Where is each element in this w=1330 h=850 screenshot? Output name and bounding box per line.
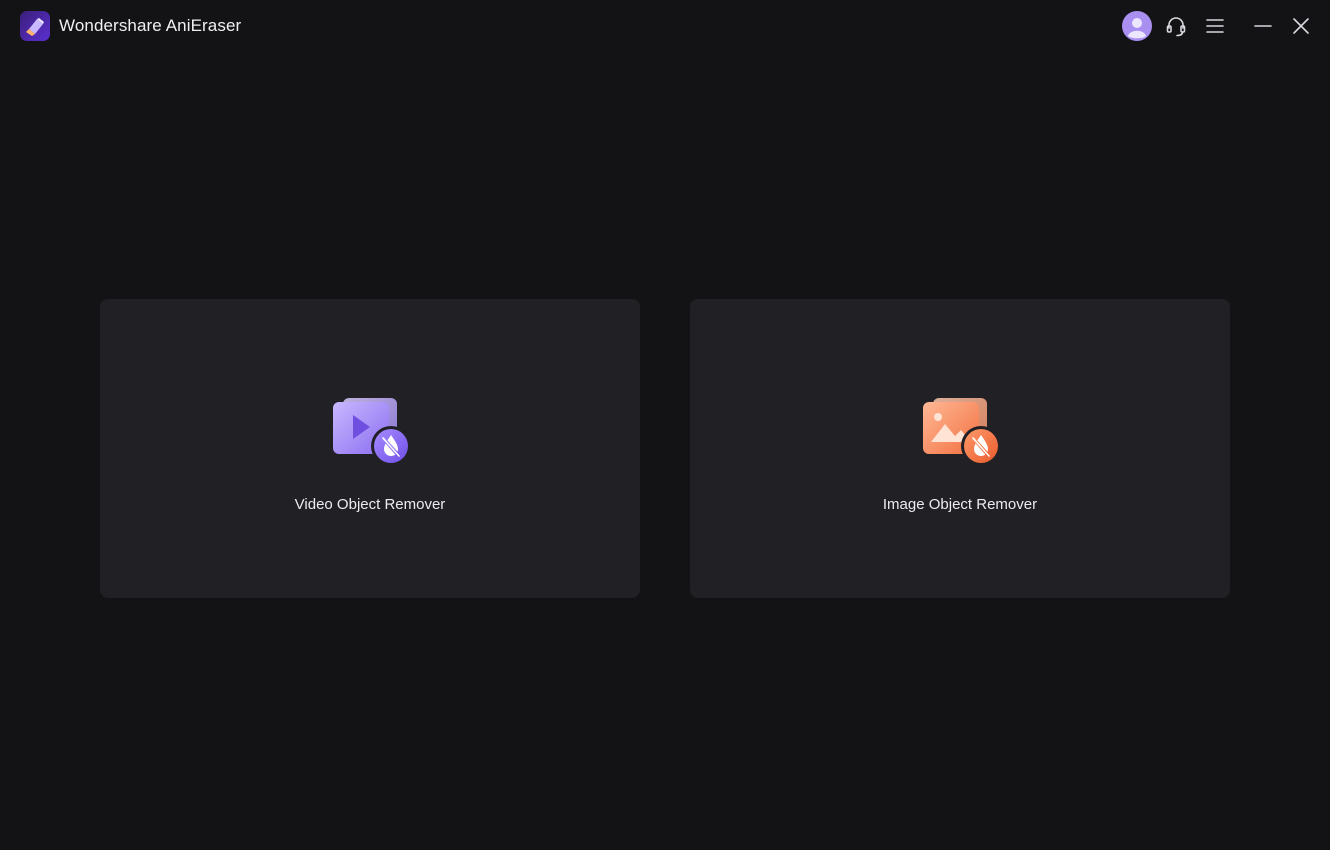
- headset-icon[interactable]: [1160, 10, 1192, 42]
- user-avatar-icon[interactable]: [1121, 10, 1153, 42]
- image-object-remover-label: Image Object Remover: [882, 496, 1038, 513]
- hamburger-menu-icon[interactable]: [1199, 10, 1231, 42]
- app-title: Wondershare AniEraser: [59, 16, 242, 35]
- image-object-remover-card[interactable]: Image Object Remover: [690, 299, 1230, 598]
- video-object-remover-card[interactable]: Video Object Remover: [100, 299, 640, 598]
- image-object-remover-icon: [921, 396, 1003, 468]
- video-object-remover-icon: [331, 396, 413, 468]
- title-bar: Wondershare AniEraser: [0, 0, 1330, 52]
- app-window: Wondershare AniEraser Video Object Remov…: [0, 0, 1330, 850]
- anieraser-logo-icon: [20, 11, 50, 41]
- video-object-remover-label: Video Object Remover: [294, 496, 446, 513]
- close-icon[interactable]: [1285, 10, 1317, 42]
- minimize-icon[interactable]: [1247, 10, 1279, 42]
